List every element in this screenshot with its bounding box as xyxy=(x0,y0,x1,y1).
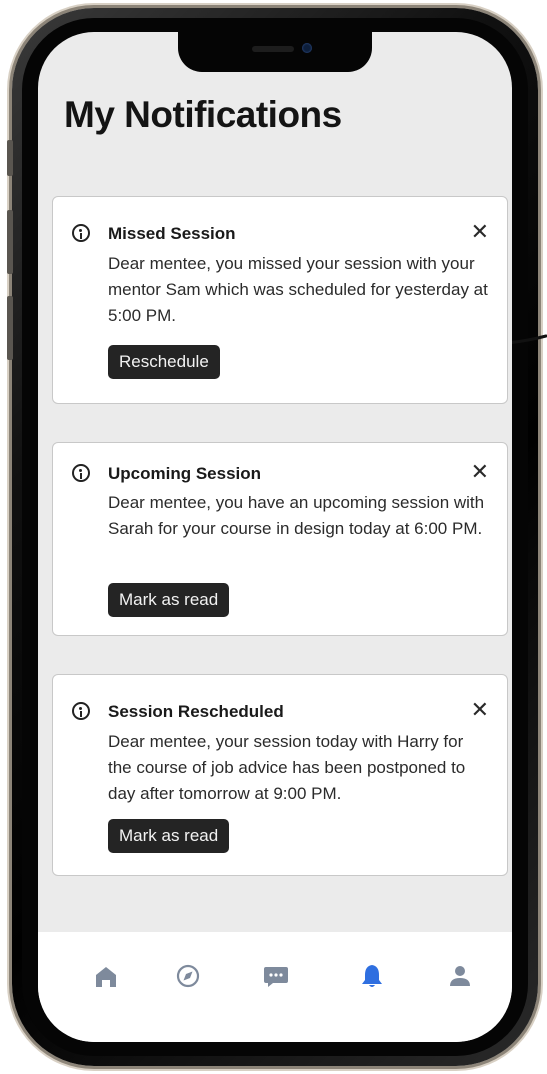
speaker-grille xyxy=(252,46,294,52)
info-icon xyxy=(72,224,90,242)
notification-body: Dear mentee, you missed your session wit… xyxy=(108,254,488,325)
bottom-tab-bar xyxy=(38,932,512,1042)
notification-card-missed-session: Missed Session ✕ Dear mentee, you missed… xyxy=(52,196,508,404)
tab-notifications[interactable] xyxy=(354,958,390,994)
mark-as-read-button[interactable]: Mark as read xyxy=(108,583,230,617)
chat-icon xyxy=(264,967,288,987)
phone-screen: My Notifications Missed Session ✕ Dear m… xyxy=(38,32,512,1042)
compass-icon xyxy=(176,964,200,988)
notification-title: Session Rescheduled xyxy=(108,702,284,721)
home-icon xyxy=(96,967,116,987)
notification-body: Dear mentee, you have an upcoming sessio… xyxy=(108,493,485,538)
notification-title: Upcoming Session xyxy=(108,464,262,483)
close-icon[interactable]: ✕ xyxy=(471,221,489,243)
phone-volume-up-button xyxy=(7,210,13,274)
phone-volume-down-button xyxy=(7,296,13,360)
close-icon[interactable]: ✕ xyxy=(471,699,489,721)
tab-profile[interactable] xyxy=(442,958,478,994)
page-title: My Notifications xyxy=(64,94,342,135)
reschedule-button[interactable]: Reschedule xyxy=(108,345,220,379)
notification-title: Missed Session xyxy=(108,224,236,243)
phone-side-button xyxy=(7,140,13,176)
notification-card-session-rescheduled: Session Rescheduled ✕ Dear mentee, your … xyxy=(52,674,508,876)
tab-home[interactable] xyxy=(88,958,124,994)
notch xyxy=(178,32,372,72)
notification-card-upcoming-session: Upcoming Session ✕ Dear mentee, you have… xyxy=(52,442,508,636)
front-camera xyxy=(302,43,312,53)
info-icon xyxy=(72,702,90,720)
close-icon[interactable]: ✕ xyxy=(471,461,489,483)
info-icon xyxy=(72,464,90,482)
stage: My Notifications Missed Session ✕ Dear m… xyxy=(0,0,547,1074)
bell-icon xyxy=(362,965,382,987)
tab-explore[interactable] xyxy=(170,958,206,994)
tab-messages[interactable] xyxy=(258,958,294,994)
profile-icon xyxy=(450,966,470,986)
mark-as-read-button[interactable]: Mark as read xyxy=(108,819,230,853)
notification-body: Dear mentee, your session today with Har… xyxy=(108,732,466,803)
